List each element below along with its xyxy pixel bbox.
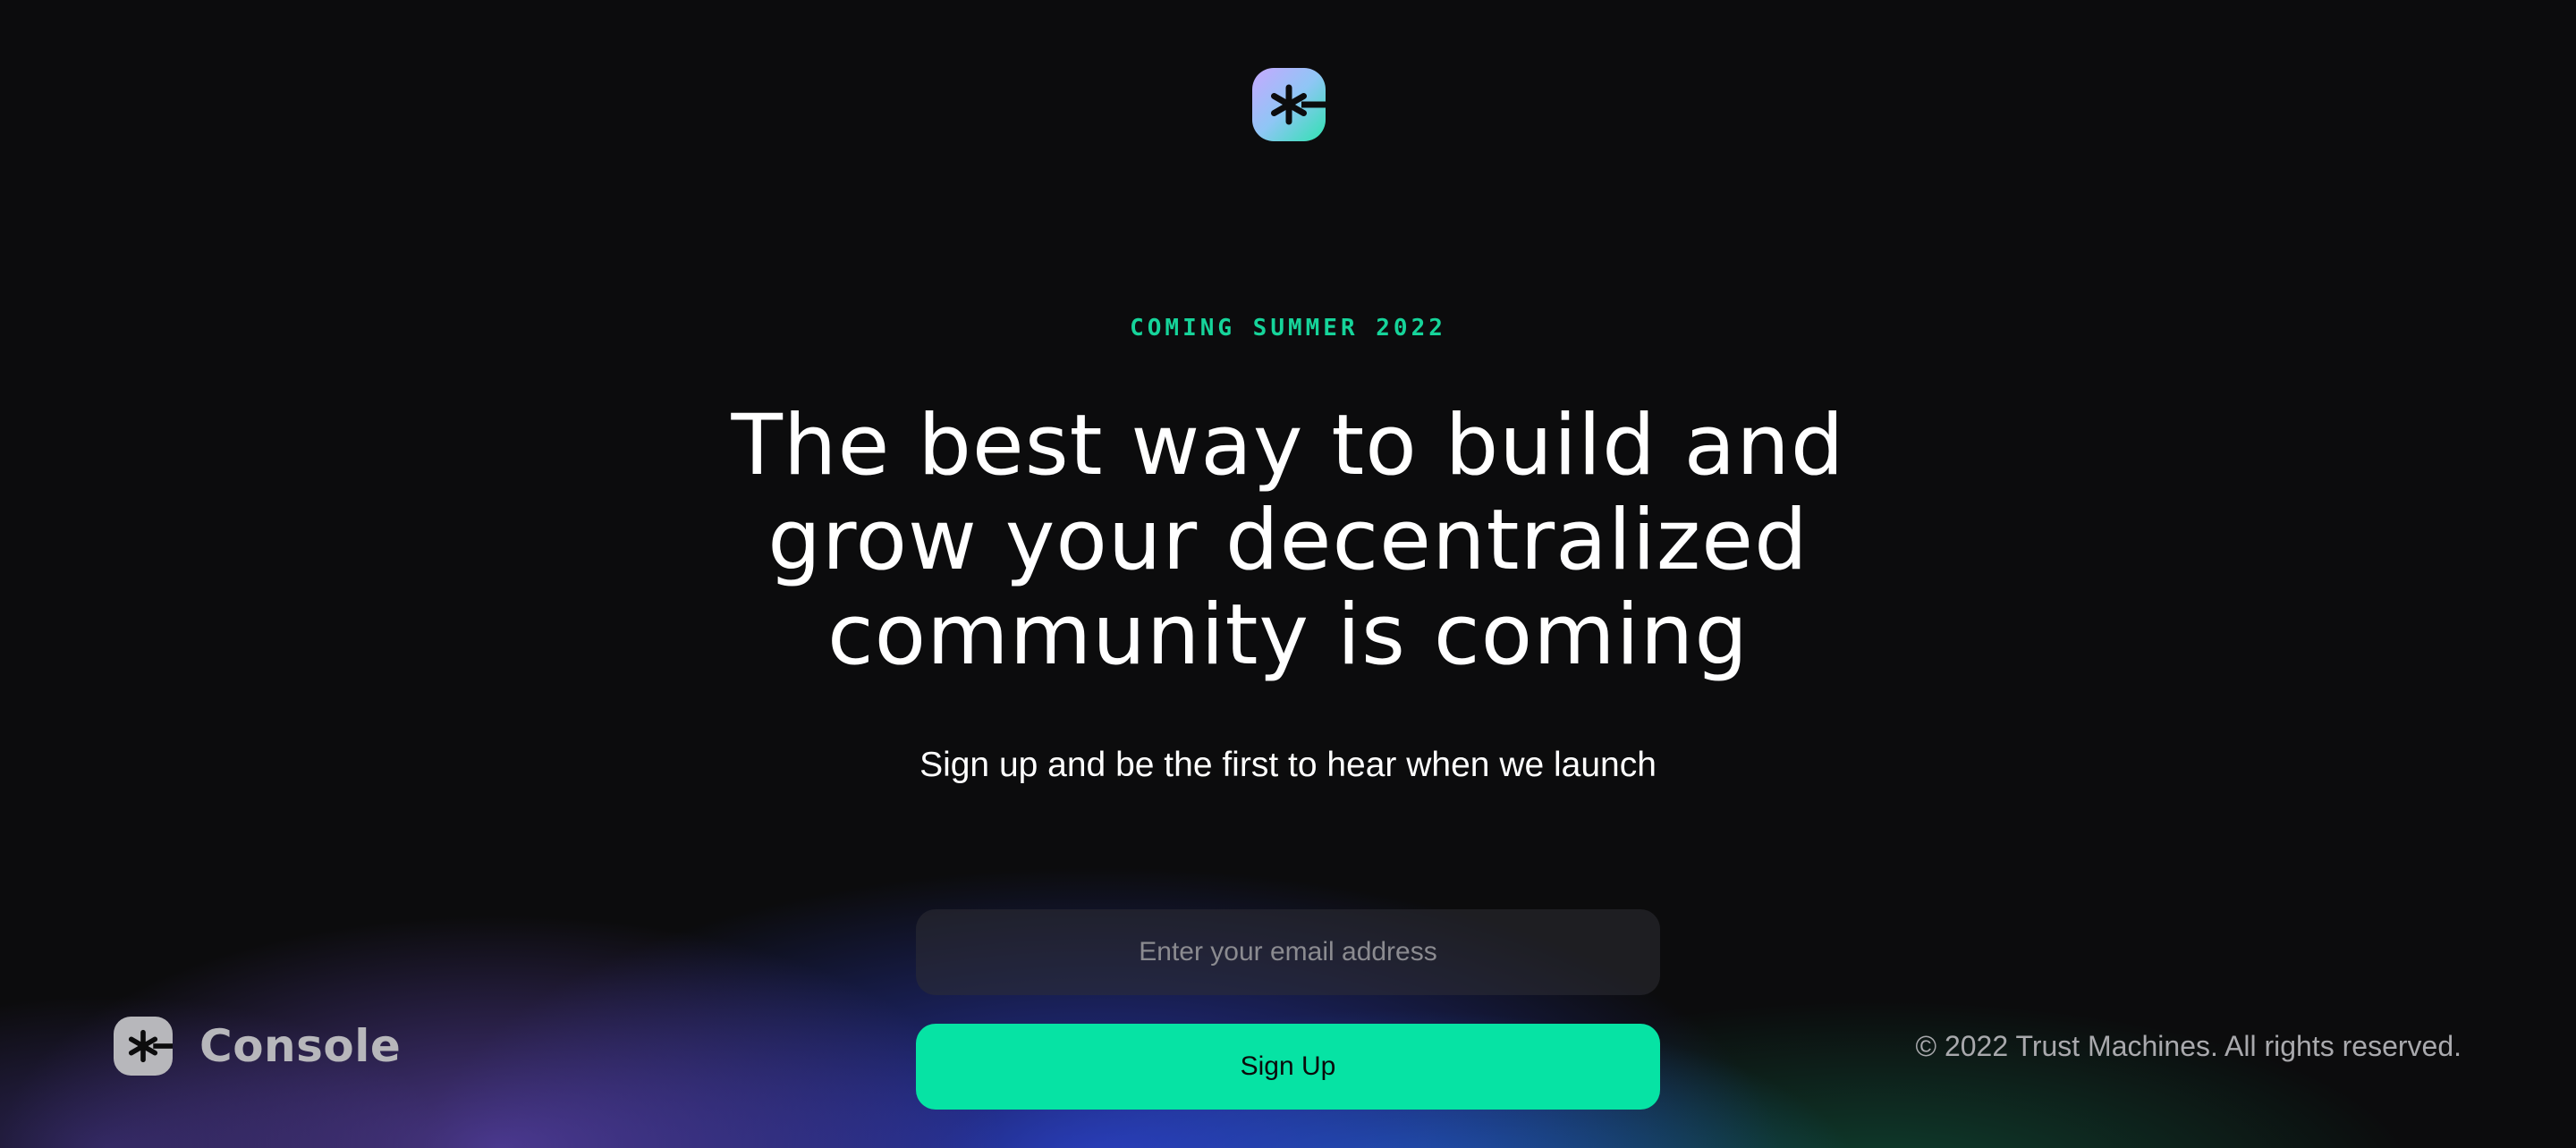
- asterisk-logo-icon: [1252, 68, 1326, 141]
- landing-page: COMING SUMMER 2022 The best way to build…: [0, 0, 2576, 1148]
- hero-subhead: Sign up and be the first to hear when we…: [919, 746, 1657, 784]
- brand-name: Console: [199, 1020, 402, 1072]
- hero-headline: The best way to build and grow your dece…: [572, 399, 2004, 683]
- sign-up-button[interactable]: Sign Up: [916, 1024, 1660, 1110]
- headline-line: grow your decentralized: [767, 492, 1809, 589]
- copyright-text: © 2022 Trust Machines. All rights reserv…: [1915, 1030, 2462, 1062]
- headline-line: community is coming: [826, 587, 1750, 684]
- footer-brand[interactable]: Console: [114, 1017, 401, 1076]
- coming-soon-label: COMING SUMMER 2022: [1130, 315, 1446, 342]
- email-input[interactable]: [916, 909, 1660, 995]
- asterisk-logo-icon: [114, 1017, 173, 1076]
- headline-line: The best way to build and: [731, 397, 1845, 494]
